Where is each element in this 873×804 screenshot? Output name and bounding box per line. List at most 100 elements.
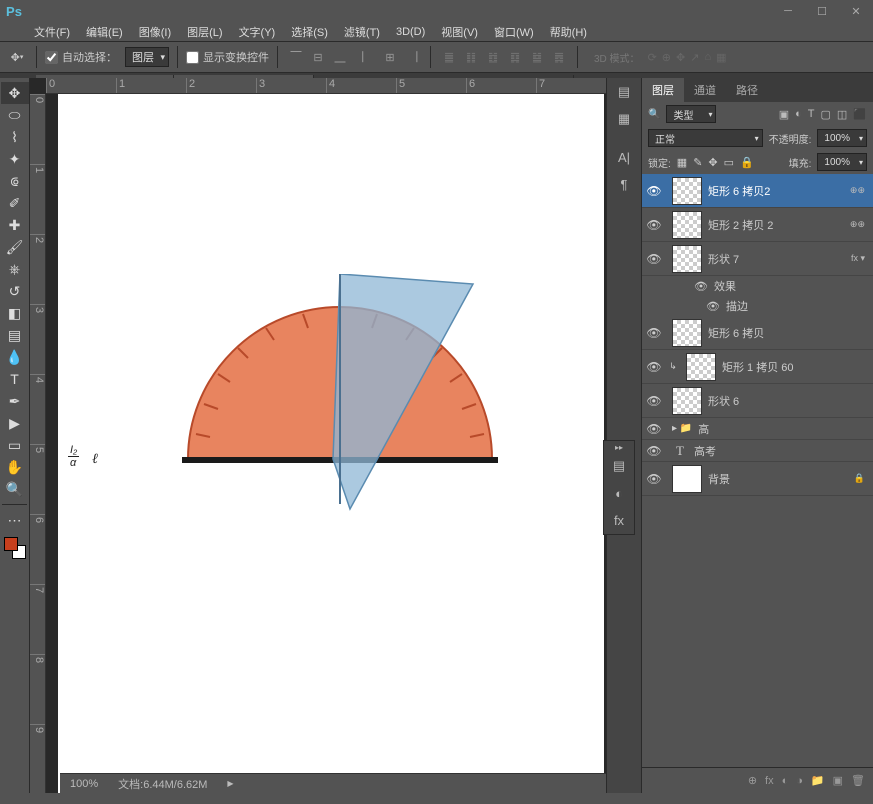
filter-type-icon[interactable]: T: [808, 108, 815, 121]
layer-row[interactable]: 👁 矩形 6 拷贝2 ⊕⊕: [642, 174, 873, 208]
visibility-icon[interactable]: 👁: [642, 472, 666, 486]
zoom-tool[interactable]: 🔍: [1, 478, 29, 500]
filter-adjust-icon[interactable]: ◐: [795, 108, 802, 121]
swatches-panel-icon[interactable]: ▦: [609, 106, 639, 132]
doc-size[interactable]: 文档:6.44M/6.62M: [118, 776, 207, 792]
fx-badge[interactable]: fx ▾: [851, 253, 865, 264]
menu-image[interactable]: 图像(I): [133, 22, 177, 42]
layer-row[interactable]: 👁 ▸ 📁 高: [642, 418, 873, 440]
visibility-icon[interactable]: 👁: [642, 184, 666, 198]
align-bottom-icon[interactable]: ⎽: [330, 47, 350, 67]
filter-type-select[interactable]: 类型: [666, 105, 716, 123]
shape-tool[interactable]: ▭: [1, 434, 29, 456]
eraser-tool[interactable]: ◧: [1, 302, 29, 324]
crop-tool[interactable]: ⟃: [1, 170, 29, 192]
blur-tool[interactable]: 💧: [1, 346, 29, 368]
visibility-icon[interactable]: 👁: [642, 360, 666, 374]
filter-toggle-icon[interactable]: ⬛: [853, 108, 867, 121]
ruler-horizontal[interactable]: 01234567: [46, 78, 606, 94]
visibility-icon[interactable]: 👁: [642, 422, 666, 436]
type-tool[interactable]: T: [1, 368, 29, 390]
layer-row[interactable]: 👁 形状 7 fx ▾: [642, 242, 873, 276]
3d-extra-icon[interactable]: ▦: [716, 51, 726, 64]
layer-thumb[interactable]: [672, 177, 702, 205]
properties-icon[interactable]: ▤: [604, 453, 634, 479]
maximize-button[interactable]: ☐: [805, 0, 839, 22]
marquee-tool[interactable]: ⬭: [1, 104, 29, 126]
heal-tool[interactable]: ✚: [1, 214, 29, 236]
opacity-input[interactable]: 100%: [817, 129, 867, 147]
foreground-color[interactable]: [4, 537, 18, 551]
color-swatches[interactable]: [4, 537, 26, 559]
zoom-value[interactable]: 100%: [70, 778, 98, 790]
fx-icon[interactable]: fx: [765, 775, 774, 787]
auto-select-check[interactable]: 自动选择：: [45, 49, 117, 65]
delete-icon[interactable]: 🗑: [851, 774, 865, 787]
eyedropper-tool[interactable]: ✐: [1, 192, 29, 214]
layer-effect[interactable]: 👁效果: [642, 276, 873, 296]
lock-artboard-icon[interactable]: ▭: [724, 156, 734, 169]
align-left-icon[interactable]: ⎸: [358, 47, 378, 67]
filter-smart-icon[interactable]: ◫: [837, 108, 847, 121]
auto-select-target[interactable]: 图层: [125, 47, 169, 67]
gradient-tool[interactable]: ▤: [1, 324, 29, 346]
history-brush-tool[interactable]: ↺: [1, 280, 29, 302]
menu-view[interactable]: 视图(V): [435, 22, 484, 42]
show-transform-check[interactable]: 显示变换控件: [186, 49, 269, 65]
menu-window[interactable]: 窗口(W): [488, 22, 540, 42]
layer-thumb[interactable]: [672, 211, 702, 239]
lasso-tool[interactable]: ⌇: [1, 126, 29, 148]
align-hcenter-icon[interactable]: ⊞: [380, 47, 400, 67]
layer-effect[interactable]: 👁描边: [642, 296, 873, 316]
canvas[interactable]: I₂ α ℓ: [58, 94, 604, 793]
visibility-icon[interactable]: 👁: [642, 252, 666, 266]
menu-help[interactable]: 帮助(H): [544, 22, 593, 42]
group-icon[interactable]: 📁: [811, 774, 825, 787]
visibility-icon[interactable]: 👁: [642, 326, 666, 340]
menu-type[interactable]: 文字(Y): [233, 22, 282, 42]
layer-thumb[interactable]: [672, 319, 702, 347]
visibility-icon[interactable]: 👁: [642, 444, 666, 458]
tab-channels[interactable]: 通道: [684, 78, 726, 102]
visibility-icon[interactable]: 👁: [642, 218, 666, 232]
menu-filter[interactable]: 滤镜(T): [338, 22, 386, 42]
3d-pan-icon[interactable]: ✥: [676, 51, 685, 64]
move-tool-icon[interactable]: ✥▾: [6, 46, 28, 68]
brush-tool[interactable]: 🖌: [1, 236, 29, 258]
blend-mode-select[interactable]: 正常: [648, 129, 763, 147]
menu-edit[interactable]: 编辑(E): [80, 22, 129, 42]
link-icon[interactable]: ⊕⊕: [850, 219, 865, 230]
paragraph-panel-icon[interactable]: ¶: [609, 171, 639, 197]
mask-icon[interactable]: ◐: [782, 775, 789, 787]
hand-tool[interactable]: ✋: [1, 456, 29, 478]
path-select-tool[interactable]: ▶: [1, 412, 29, 434]
layer-row[interactable]: 👁 形状 6: [642, 384, 873, 418]
layer-thumb[interactable]: [672, 465, 702, 493]
floating-dock[interactable]: ▸▸ ▤ ◐ fx: [603, 440, 635, 535]
layer-row[interactable]: 👁 矩形 6 拷贝: [642, 316, 873, 350]
3d-orbit-icon[interactable]: ⟳: [648, 51, 657, 64]
lock-brush-icon[interactable]: ✎: [693, 156, 702, 169]
layer-row[interactable]: 👁 背景 🔒: [642, 462, 873, 496]
3d-slide-icon[interactable]: ↗: [690, 51, 699, 64]
adjust-icon[interactable]: ◐: [604, 480, 634, 506]
link-layers-icon[interactable]: ⊕: [748, 774, 757, 787]
wand-tool[interactable]: ✦: [1, 148, 29, 170]
ruler-vertical[interactable]: 0123456789: [30, 94, 46, 793]
layers-list[interactable]: 👁 矩形 6 拷贝2 ⊕⊕ 👁 矩形 2 拷贝 2 ⊕⊕ 👁 形状 7 fx ▾…: [642, 174, 873, 767]
3d-roll-icon[interactable]: ⊕: [662, 51, 671, 64]
layer-row[interactable]: 👁 ↳ 矩形 1 拷贝 60: [642, 350, 873, 384]
visibility-icon[interactable]: 👁: [642, 394, 666, 408]
tab-paths[interactable]: 路径: [726, 78, 768, 102]
styles-icon[interactable]: fx: [604, 507, 634, 533]
lock-move-icon[interactable]: ✥: [708, 156, 717, 169]
align-vcenter-icon[interactable]: ⊟: [308, 47, 328, 67]
filter-pixel-icon[interactable]: ▣: [779, 108, 789, 121]
history-panel-icon[interactable]: ▤: [609, 79, 639, 105]
pen-tool[interactable]: ✒: [1, 390, 29, 412]
adjustment-icon[interactable]: ◑: [796, 775, 803, 787]
edit-toolbar[interactable]: ⋯: [1, 509, 29, 531]
layer-row[interactable]: 👁 T 高考: [642, 440, 873, 462]
character-panel-icon[interactable]: A|: [609, 144, 639, 170]
fill-input[interactable]: 100%: [817, 153, 867, 171]
